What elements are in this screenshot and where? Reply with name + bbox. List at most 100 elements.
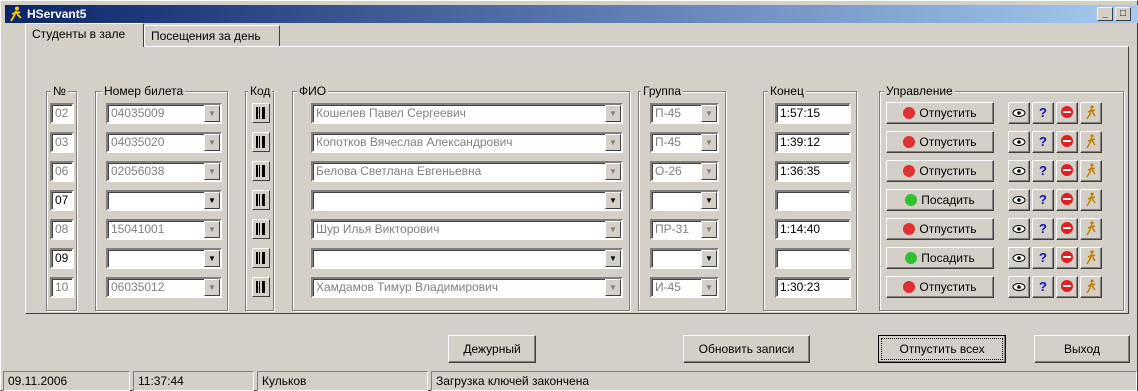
- release-button[interactable]: Отпустить: [886, 276, 994, 298]
- release-button[interactable]: Отпустить: [886, 160, 994, 182]
- seat-number-field[interactable]: 07: [50, 190, 74, 211]
- duty-button[interactable]: Дежурный: [448, 335, 536, 363]
- seat-number-field[interactable]: 03: [50, 132, 74, 153]
- ticket-combo[interactable]: 06035012 ▼: [106, 277, 222, 298]
- ticket-combo[interactable]: 15041001 ▼: [106, 219, 222, 240]
- fio-combo[interactable]: ▼: [311, 248, 623, 269]
- seat-number-field[interactable]: 10: [50, 277, 74, 298]
- chevron-down-icon[interactable]: ▼: [204, 250, 220, 267]
- help-icon[interactable]: ?: [1032, 102, 1054, 124]
- eye-icon[interactable]: [1008, 189, 1030, 211]
- chevron-down-icon[interactable]: ▼: [701, 192, 717, 209]
- ticket-combo[interactable]: 02056038 ▼: [106, 161, 222, 182]
- barcode-icon[interactable]: [252, 161, 270, 181]
- chevron-down-icon[interactable]: ▼: [701, 221, 717, 238]
- chevron-down-icon[interactable]: ▼: [605, 192, 621, 209]
- chevron-down-icon[interactable]: ▼: [701, 134, 717, 151]
- seat-button[interactable]: Посадить: [886, 247, 994, 269]
- no-entry-icon[interactable]: [1056, 218, 1078, 240]
- seat-button[interactable]: Посадить: [886, 189, 994, 211]
- group-combo[interactable]: О-26 ▼: [650, 161, 719, 182]
- eye-icon[interactable]: [1008, 276, 1030, 298]
- group-combo[interactable]: П-45 ▼: [650, 132, 719, 153]
- end-time-field[interactable]: 1:30:23: [775, 277, 851, 298]
- walking-person-icon[interactable]: [1080, 160, 1102, 182]
- fio-combo[interactable]: ▼: [311, 190, 623, 211]
- group-combo[interactable]: ▼: [650, 190, 719, 211]
- barcode-icon[interactable]: [252, 132, 270, 152]
- help-icon[interactable]: ?: [1032, 247, 1054, 269]
- fio-combo[interactable]: Копотков Вячеслав Александрович ▼: [311, 132, 623, 153]
- chevron-down-icon[interactable]: ▼: [605, 221, 621, 238]
- maximize-button[interactable]: □: [1115, 7, 1131, 21]
- no-entry-icon[interactable]: [1056, 276, 1078, 298]
- fio-combo[interactable]: Хамдамов Тимур Владимирович ▼: [311, 277, 623, 298]
- walking-person-icon[interactable]: [1080, 247, 1102, 269]
- help-icon[interactable]: ?: [1032, 160, 1054, 182]
- barcode-icon[interactable]: [252, 190, 270, 210]
- chevron-down-icon[interactable]: ▼: [605, 163, 621, 180]
- eye-icon[interactable]: [1008, 247, 1030, 269]
- barcode-icon[interactable]: [252, 219, 270, 239]
- release-button[interactable]: Отпустить: [886, 218, 994, 240]
- release-button[interactable]: Отпустить: [886, 131, 994, 153]
- end-time-field[interactable]: [775, 190, 851, 211]
- refresh-button[interactable]: Обновить записи: [683, 335, 810, 363]
- walking-person-icon[interactable]: [1080, 218, 1102, 240]
- ticket-combo[interactable]: ▼: [106, 248, 222, 269]
- chevron-down-icon[interactable]: ▼: [204, 279, 220, 296]
- release-all-button[interactable]: Отпустить всех: [878, 335, 1006, 363]
- chevron-down-icon[interactable]: ▼: [204, 192, 220, 209]
- no-entry-icon[interactable]: [1056, 160, 1078, 182]
- chevron-down-icon[interactable]: ▼: [701, 163, 717, 180]
- no-entry-icon[interactable]: [1056, 131, 1078, 153]
- help-icon[interactable]: ?: [1032, 189, 1054, 211]
- walking-person-icon[interactable]: [1080, 131, 1102, 153]
- eye-icon[interactable]: [1008, 102, 1030, 124]
- end-time-field[interactable]: 1:36:35: [775, 161, 851, 182]
- help-icon[interactable]: ?: [1032, 131, 1054, 153]
- end-time-field[interactable]: [775, 248, 851, 269]
- eye-icon[interactable]: [1008, 218, 1030, 240]
- fio-combo[interactable]: Шур Илья Викторович ▼: [311, 219, 623, 240]
- group-combo[interactable]: ▼: [650, 248, 719, 269]
- fio-combo[interactable]: Белова Светлана Евгеньевна ▼: [311, 161, 623, 182]
- tab-students-in-hall[interactable]: Студенты в зале: [25, 23, 144, 47]
- chevron-down-icon[interactable]: ▼: [701, 279, 717, 296]
- ticket-combo[interactable]: ▼: [106, 190, 222, 211]
- walking-person-icon[interactable]: [1080, 102, 1102, 124]
- chevron-down-icon[interactable]: ▼: [605, 105, 621, 122]
- barcode-icon[interactable]: [252, 277, 270, 297]
- chevron-down-icon[interactable]: ▼: [701, 105, 717, 122]
- ticket-combo[interactable]: 04035020 ▼: [106, 132, 222, 153]
- help-icon[interactable]: ?: [1032, 276, 1054, 298]
- fio-combo[interactable]: Кошелев Павел Сергеевич ▼: [311, 103, 623, 124]
- end-time-field[interactable]: 1:39:12: [775, 132, 851, 153]
- seat-number-field[interactable]: 08: [50, 219, 74, 240]
- seat-number-field[interactable]: 09: [50, 248, 74, 269]
- chevron-down-icon[interactable]: ▼: [701, 250, 717, 267]
- no-entry-icon[interactable]: [1056, 247, 1078, 269]
- ticket-combo[interactable]: 04035009 ▼: [106, 103, 222, 124]
- tab-visits-today[interactable]: Посещения за день: [144, 25, 280, 47]
- help-icon[interactable]: ?: [1032, 218, 1054, 240]
- chevron-down-icon[interactable]: ▼: [204, 221, 220, 238]
- chevron-down-icon[interactable]: ▼: [605, 250, 621, 267]
- barcode-icon[interactable]: [252, 248, 270, 268]
- barcode-icon[interactable]: [252, 103, 270, 123]
- chevron-down-icon[interactable]: ▼: [605, 134, 621, 151]
- group-combo[interactable]: И-45 ▼: [650, 277, 719, 298]
- chevron-down-icon[interactable]: ▼: [204, 134, 220, 151]
- no-entry-icon[interactable]: [1056, 189, 1078, 211]
- end-time-field[interactable]: 1:14:40: [775, 219, 851, 240]
- chevron-down-icon[interactable]: ▼: [204, 105, 220, 122]
- no-entry-icon[interactable]: [1056, 102, 1078, 124]
- walking-person-icon[interactable]: [1080, 189, 1102, 211]
- eye-icon[interactable]: [1008, 131, 1030, 153]
- minimize-button[interactable]: _: [1097, 7, 1113, 21]
- seat-number-field[interactable]: 06: [50, 161, 74, 182]
- group-combo[interactable]: П-45 ▼: [650, 103, 719, 124]
- release-button[interactable]: Отпустить: [886, 102, 994, 124]
- seat-number-field[interactable]: 02: [50, 103, 74, 124]
- exit-button[interactable]: Выход: [1034, 335, 1130, 363]
